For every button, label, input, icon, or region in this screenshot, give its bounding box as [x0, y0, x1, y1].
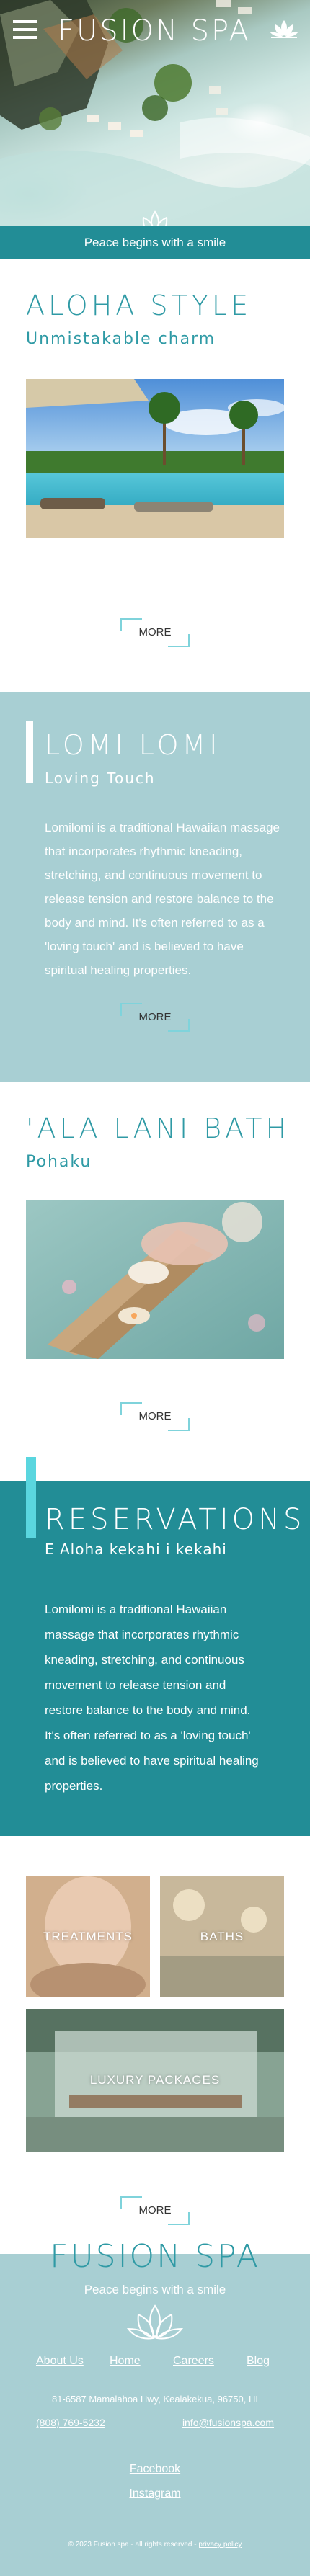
- more-button[interactable]: MORE: [120, 618, 190, 647]
- facebook-link[interactable]: Facebook: [130, 2463, 180, 2475]
- tile-label: TREATMENTS: [43, 1930, 133, 1943]
- hero-banner: FUSION SPA: [0, 0, 310, 226]
- aloha-style-section: ALOHA STYLE Unmistakable charm MORE: [0, 259, 310, 692]
- footer-link-careers[interactable]: Careers: [173, 2355, 214, 2368]
- more-button[interactable]: MORE: [120, 1402, 190, 1431]
- section-subtitle: Unmistakable charm: [26, 330, 216, 348]
- lomi-description: Lomilomi is a traditional Hawaiian massa…: [45, 821, 280, 977]
- lomi-lomi-section: LOMI LOMI Loving Touch Lomilomi is a tra…: [0, 692, 310, 1082]
- section-subtitle: E Aloha kekahi i kekahi: [45, 1541, 227, 1558]
- accent-bar: [26, 721, 33, 783]
- accent-bar: [26, 1457, 36, 1538]
- pool-resort-photo: [26, 379, 284, 538]
- footer: FUSION SPA Peace begins with a smile Abo…: [0, 2238, 310, 2576]
- tile-label: LUXURY PACKAGES: [89, 2073, 221, 2087]
- top-nav: FUSION SPA: [0, 12, 310, 48]
- section-title: 'ALA LANI BATH: [26, 1113, 291, 1144]
- privacy-policy-link[interactable]: privacy policy: [198, 2541, 242, 2549]
- section-subtitle: Loving Touch: [45, 770, 156, 787]
- footer-link-about[interactable]: About Us: [36, 2355, 84, 2368]
- hamburger-icon[interactable]: [13, 20, 37, 40]
- baths-tile[interactable]: BATHS: [160, 1876, 284, 1997]
- footer-phone-link[interactable]: (808) 769-5232: [36, 2417, 105, 2428]
- instagram-row: Instagram: [0, 2487, 310, 2500]
- footer-tagline: Peace begins with a smile: [84, 2283, 226, 2296]
- section-title: ALOHA STYLE: [26, 290, 252, 321]
- more-button[interactable]: MORE: [120, 1003, 190, 1032]
- brand-logo-text[interactable]: FUSION SPA: [58, 14, 251, 48]
- section-title: LOMI LOMI: [45, 729, 221, 761]
- footer-link-blog[interactable]: Blog: [247, 2355, 270, 2368]
- tile-label: BATHS: [200, 1930, 244, 1943]
- lotus-icon[interactable]: [268, 17, 300, 39]
- section-subtitle: Pohaku: [26, 1153, 92, 1171]
- copyright-text: © 2023 Fusion spa - all rights reserved: [68, 2541, 192, 2549]
- tagline-bar: Peace begins with a smile: [0, 226, 310, 259]
- luxury-packages-tile[interactable]: LUXURY PACKAGES: [26, 2009, 284, 2152]
- footer-link-home[interactable]: Home: [110, 2355, 141, 2368]
- more-button[interactable]: MORE: [120, 2196, 190, 2225]
- footer-brand: FUSION SPA: [50, 2238, 260, 2275]
- lotus-icon: [127, 2304, 183, 2340]
- instagram-link[interactable]: Instagram: [129, 2487, 180, 2500]
- lotus-icon: [142, 210, 168, 226]
- footer-address: 81-6587 Mamalahoa Hwy, Kealakekua, 96750…: [52, 2394, 258, 2405]
- treatments-tile[interactable]: TREATMENTS: [26, 1876, 150, 1997]
- footer-email-link[interactable]: info@fusionspa.com: [182, 2417, 274, 2428]
- reservations-section: RESERVATIONS E Aloha kekahi i kekahi Lom…: [0, 1457, 310, 1836]
- section-title: RESERVATIONS: [45, 1503, 306, 1536]
- tagline-text: Peace begins with a smile: [84, 236, 226, 249]
- services-section: TREATMENTS BATHS LUXURY PACKAGES MORE: [0, 1836, 310, 2254]
- facebook-row: Facebook: [0, 2463, 310, 2476]
- copyright: © 2023 Fusion spa - all rights reserved …: [68, 2541, 242, 2549]
- reservations-description: Lomilomi is a traditional Hawaiian massa…: [45, 1603, 259, 1793]
- bath-tray-photo: [26, 1200, 284, 1359]
- ala-lani-bath-section: 'ALA LANI BATH Pohaku MORE: [0, 1082, 310, 1481]
